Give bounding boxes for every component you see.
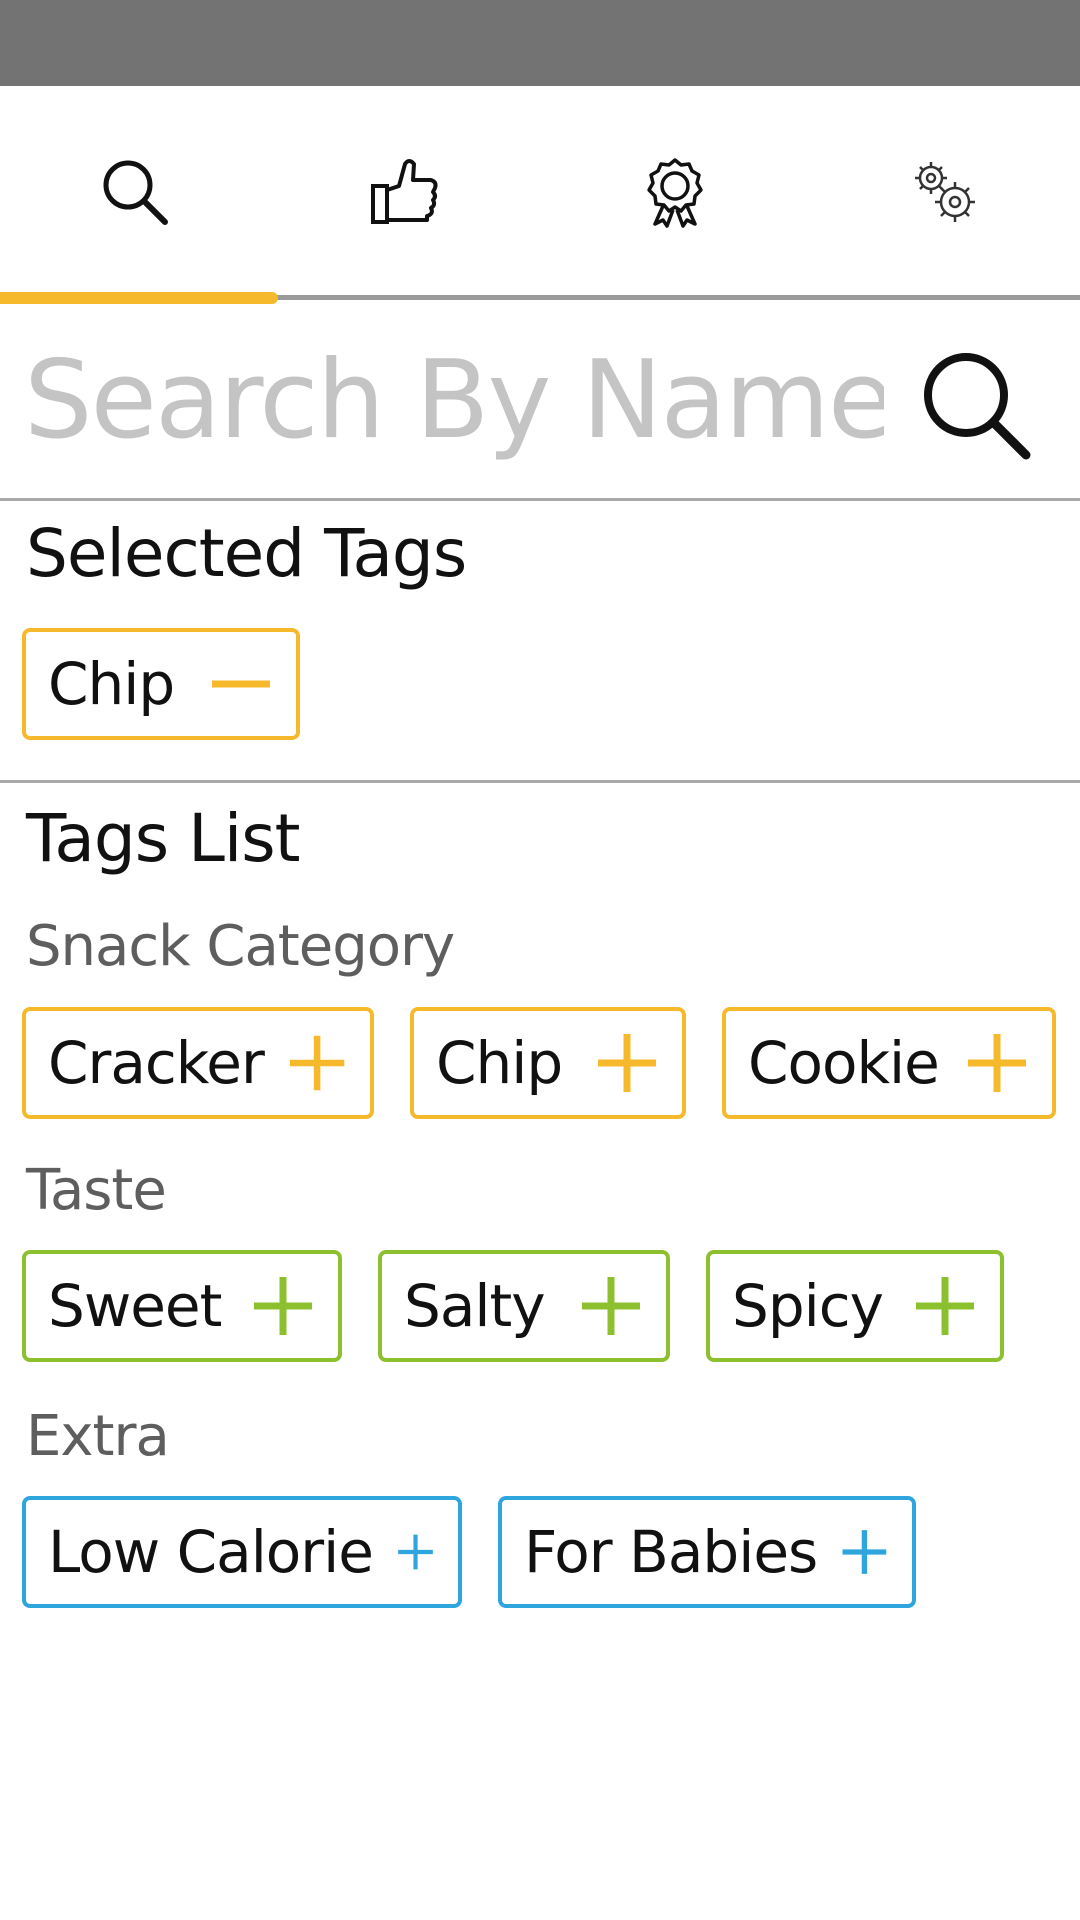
tag-label: Salty	[404, 1272, 546, 1340]
thumbs-up-icon	[371, 159, 438, 224]
tag-salty[interactable]: Salty	[378, 1250, 670, 1362]
tag-label: Spicy	[732, 1272, 884, 1340]
plus-icon[interactable]	[397, 1521, 434, 1583]
tab-settings[interactable]	[810, 86, 1080, 298]
tag-for-babies[interactable]: For Babies	[498, 1496, 916, 1608]
tag-low-calorie[interactable]: Low Calorie	[22, 1496, 462, 1608]
plus-icon[interactable]	[841, 1521, 888, 1583]
tag-label: Sweet	[48, 1272, 222, 1340]
tab-bar	[0, 86, 1080, 298]
search-input[interactable]	[24, 325, 884, 475]
tag-label: Low Calorie	[48, 1518, 374, 1586]
divider	[0, 498, 1080, 501]
tag-spicy[interactable]: Spicy	[706, 1250, 1004, 1362]
plus-icon[interactable]	[288, 1032, 346, 1094]
tab-favorites[interactable]	[270, 86, 540, 298]
tag-row-snack-category: Cracker Chip Cookie	[22, 1007, 1056, 1119]
status-bar	[0, 0, 1080, 86]
search-icon	[103, 160, 168, 225]
search-button[interactable]	[916, 345, 1036, 465]
tag-row-extra: Low Calorie For Babies	[22, 1496, 916, 1608]
tab-awards[interactable]	[540, 86, 810, 298]
selected-tag-chip[interactable]: Chip	[22, 628, 300, 740]
tab-search[interactable]	[0, 86, 270, 298]
gears-icon	[915, 162, 975, 222]
minus-icon[interactable]	[210, 653, 272, 715]
active-tab-indicator	[0, 292, 278, 304]
plus-icon[interactable]	[580, 1275, 642, 1337]
tag-row-taste: Sweet Salty Spicy	[22, 1250, 1004, 1362]
plus-icon[interactable]	[914, 1275, 976, 1337]
tag-label: Cookie	[748, 1029, 940, 1097]
tag-label: Cracker	[48, 1029, 265, 1097]
tag-cookie[interactable]: Cookie	[722, 1007, 1056, 1119]
plus-icon[interactable]	[252, 1275, 314, 1337]
tag-sweet[interactable]: Sweet	[22, 1250, 342, 1362]
tag-cracker[interactable]: Cracker	[22, 1007, 374, 1119]
tag-label: For Babies	[524, 1518, 818, 1586]
tag-label: Chip	[48, 650, 175, 718]
group-label-taste: Taste	[26, 1158, 167, 1223]
selected-tags-row: Chip	[22, 628, 300, 740]
tag-label: Chip	[436, 1029, 563, 1097]
divider	[0, 780, 1080, 783]
plus-icon[interactable]	[596, 1032, 658, 1094]
tag-chip[interactable]: Chip	[410, 1007, 686, 1119]
search-bar	[0, 305, 1080, 498]
tags-list-title: Tags List	[26, 800, 300, 877]
group-label-extra: Extra	[26, 1404, 170, 1469]
group-label-snack-category: Snack Category	[26, 914, 455, 979]
search-icon	[924, 353, 1031, 460]
selected-tags-title: Selected Tags	[26, 515, 467, 592]
award-badge-icon	[647, 158, 703, 228]
plus-icon[interactable]	[966, 1032, 1028, 1094]
